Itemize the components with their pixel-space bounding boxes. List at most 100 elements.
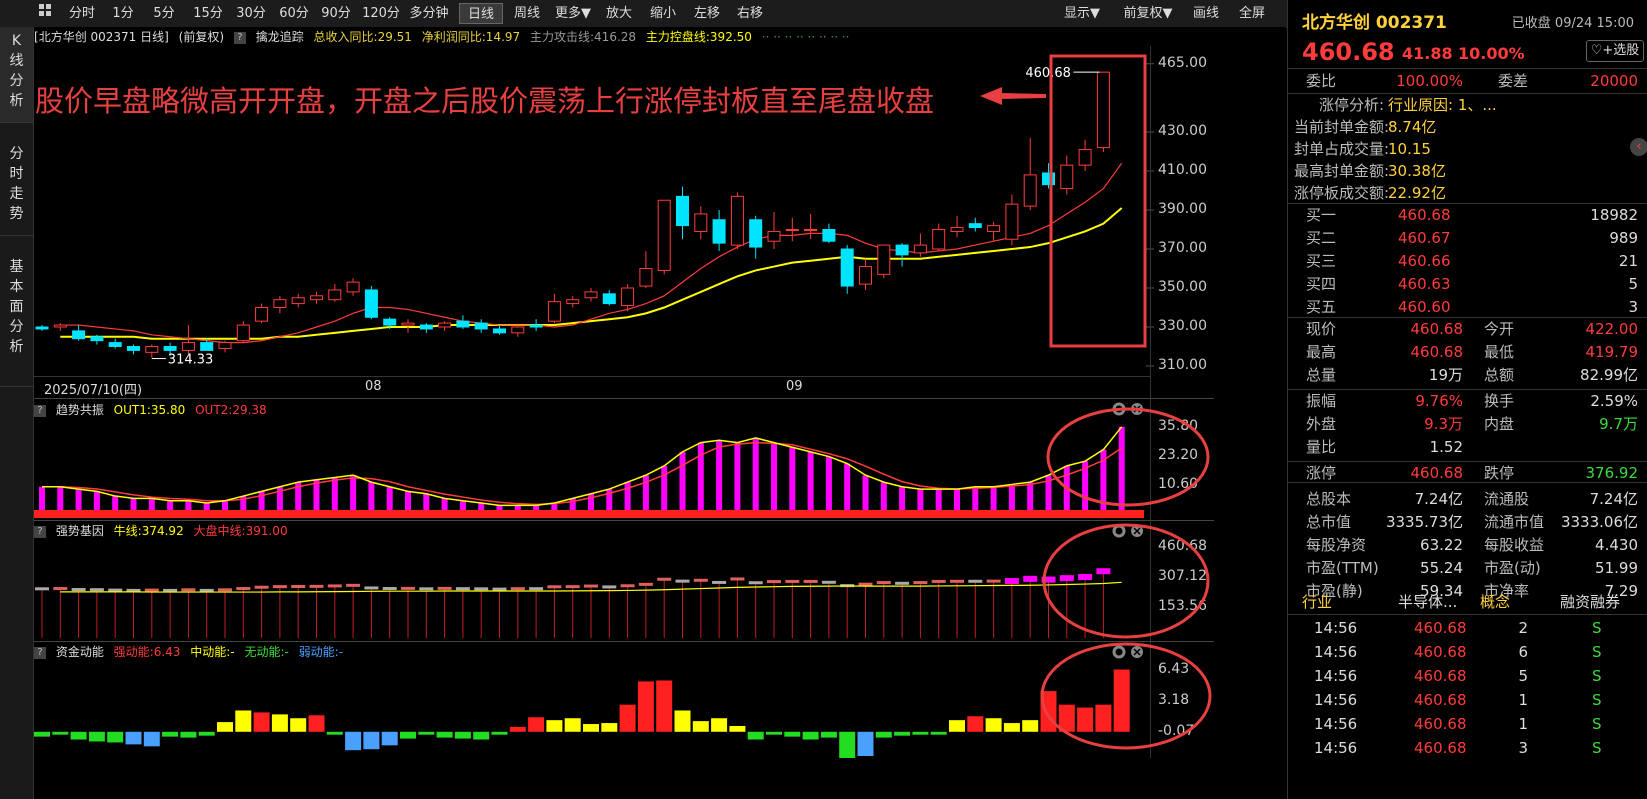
candle[interactable]	[127, 344, 140, 355]
period-tab-daily[interactable]: 日线	[459, 3, 503, 24]
fund-momentum-chart[interactable]	[34, 660, 1154, 758]
bid-row[interactable]: 买二 460.67 989	[1288, 227, 1647, 250]
move-right-button[interactable]: 右移	[731, 3, 769, 24]
candle[interactable]	[438, 321, 452, 331]
strong-gene-chart[interactable]	[34, 538, 1154, 640]
candle[interactable]	[657, 199, 671, 275]
period-tab-60min[interactable]: 60分	[274, 3, 314, 24]
candle[interactable]	[310, 291, 323, 304]
candle[interactable]	[877, 244, 891, 279]
tab-fundamentals[interactable]: 基本面分析	[0, 237, 33, 387]
candle[interactable]	[291, 293, 305, 308]
add-favorite-button[interactable]: ♡+选股	[1586, 40, 1644, 62]
zoom-out-button[interactable]: 缩小	[644, 3, 682, 24]
candle[interactable]	[584, 288, 598, 302]
candle[interactable]	[712, 210, 726, 251]
grid-view-icon[interactable]	[34, 3, 56, 24]
period-tab-1min[interactable]: 1分	[106, 3, 140, 24]
candle[interactable]	[108, 338, 122, 349]
period-tab-fenshi[interactable]: 分时	[62, 3, 102, 24]
trend-bar	[954, 489, 960, 510]
tab-intraday[interactable]: 分时走势	[0, 124, 33, 236]
candle[interactable]	[822, 223, 836, 244]
panel-divider	[34, 520, 1214, 521]
quote-tab[interactable]: 概念	[1480, 591, 1510, 613]
candle[interactable]	[456, 315, 470, 329]
trend-bar	[642, 475, 649, 510]
candle[interactable]	[932, 223, 946, 251]
period-tab-90min[interactable]: 90分	[316, 3, 356, 24]
candle[interactable]	[90, 334, 104, 345]
momentum-bar	[674, 710, 691, 732]
period-tab-120min[interactable]: 120分	[357, 3, 405, 24]
candle[interactable]	[1023, 137, 1037, 210]
more-menu[interactable]: 更多▼	[550, 3, 596, 24]
bid-row[interactable]: 买三 460.66 21	[1288, 250, 1647, 273]
candle[interactable]	[767, 211, 781, 249]
candle[interactable]	[218, 340, 232, 353]
help-icon[interactable]: ?	[34, 525, 46, 538]
quote-tab[interactable]: 行业	[1302, 591, 1332, 613]
zoom-in-button[interactable]: 放大	[600, 3, 638, 24]
candle[interactable]	[236, 321, 250, 343]
period-tab-weekly[interactable]: 周线	[507, 3, 547, 24]
candle[interactable]	[566, 295, 580, 308]
candle[interactable]	[419, 323, 433, 333]
candle[interactable]	[676, 186, 689, 240]
candle[interactable]	[346, 278, 360, 296]
candle[interactable]	[35, 325, 49, 331]
collapse-left-icon[interactable]: ‹	[1630, 138, 1647, 156]
candle[interactable]	[364, 286, 378, 320]
candle[interactable]	[621, 284, 635, 312]
adjust-menu[interactable]: 前复权▼	[1117, 3, 1179, 24]
quote-tab[interactable]: 融资融券	[1560, 591, 1620, 613]
fullscreen-button[interactable]: 全屏	[1233, 3, 1271, 24]
period-tab-30min[interactable]: 30分	[231, 3, 271, 24]
candle[interactable]	[72, 325, 86, 341]
candle[interactable]	[694, 206, 708, 240]
candle[interactable]	[785, 217, 799, 242]
bid-row[interactable]: 买五 460.60 3	[1288, 296, 1647, 319]
help-icon[interactable]: ?	[34, 404, 46, 417]
candle[interactable]	[859, 258, 872, 290]
candle[interactable]	[749, 215, 763, 259]
period-tab-multi-min[interactable]: 多分钟	[405, 3, 453, 24]
candle[interactable]	[804, 213, 818, 240]
candle[interactable]	[493, 325, 506, 335]
candle[interactable]	[529, 319, 543, 331]
period-tab-15min[interactable]: 15分	[188, 3, 228, 24]
candle[interactable]	[968, 217, 982, 232]
candle[interactable]	[639, 250, 653, 288]
bid-row[interactable]: 买四 460.63 5	[1288, 273, 1647, 296]
tab-kline-analysis[interactable]: K线分析	[0, 27, 33, 123]
move-left-button[interactable]: 左移	[688, 3, 726, 24]
candle[interactable]	[273, 295, 287, 314]
trend-bar	[331, 477, 338, 510]
candle-body	[236, 324, 250, 342]
candle[interactable]	[1005, 194, 1019, 246]
candle[interactable]	[602, 289, 616, 306]
candle[interactable]	[840, 245, 854, 294]
trend-resonance-chart[interactable]	[34, 418, 1154, 518]
candle[interactable]	[511, 325, 525, 337]
help-icon[interactable]: ?	[233, 31, 246, 44]
candle[interactable]	[53, 323, 67, 331]
candle[interactable]	[730, 192, 744, 249]
candle[interactable]	[895, 243, 909, 267]
candle[interactable]	[950, 215, 964, 238]
draw-button[interactable]: 画线	[1187, 3, 1225, 24]
candle[interactable]	[987, 221, 1001, 242]
candle[interactable]	[255, 303, 269, 324]
candle[interactable]	[145, 344, 159, 358]
bid-row[interactable]: 买一 460.68 18982	[1288, 204, 1647, 227]
quote-tab[interactable]: 半导体...	[1398, 591, 1457, 613]
display-menu[interactable]: 显示▼	[1057, 3, 1107, 24]
period-tab-5min[interactable]: 5分	[146, 3, 182, 24]
candle[interactable]	[328, 284, 342, 302]
candle[interactable]	[913, 233, 927, 257]
help-icon[interactable]: ?	[34, 646, 46, 659]
candle[interactable]	[547, 293, 561, 324]
limit-info-label: 涨停分析:	[1318, 96, 1384, 114]
candle-body	[181, 342, 195, 351]
candle[interactable]	[474, 319, 488, 333]
